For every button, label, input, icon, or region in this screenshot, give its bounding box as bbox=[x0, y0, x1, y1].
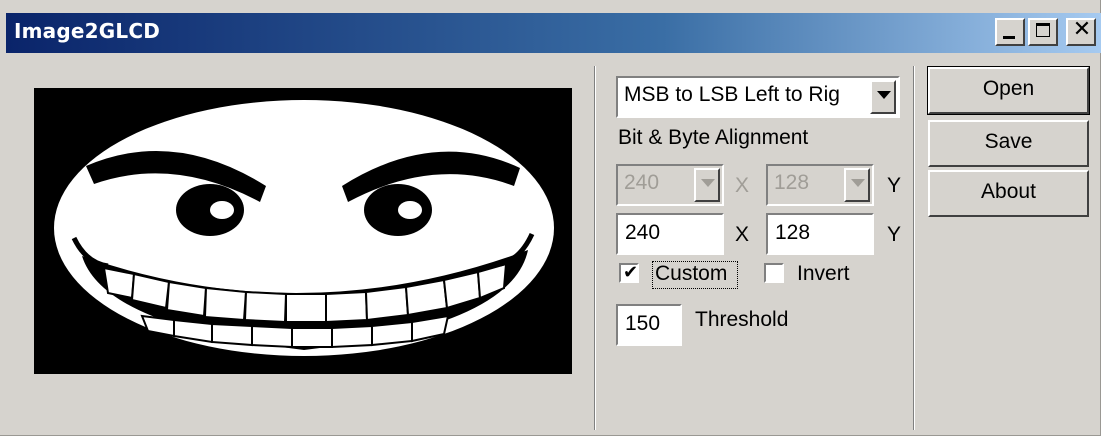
preset-y-label: Y bbox=[887, 174, 902, 197]
invert-checkbox-label[interactable]: Invert bbox=[797, 262, 850, 286]
preset-height-value: 128 bbox=[774, 171, 810, 194]
separator bbox=[594, 66, 596, 430]
preview-image bbox=[34, 88, 572, 374]
close-button[interactable]: ✕ bbox=[1066, 17, 1096, 46]
preset-height-dropdown[interactable]: 128 bbox=[766, 164, 874, 206]
preset-width-dropdown-button[interactable] bbox=[694, 168, 720, 202]
chevron-down-icon bbox=[877, 91, 891, 99]
about-button[interactable]: About bbox=[928, 170, 1089, 217]
scan-mode-value: MSB to LSB Left to Rig bbox=[624, 83, 840, 106]
scan-mode-dropdown[interactable]: MSB to LSB Left to Rig bbox=[616, 76, 900, 118]
preset-width-value: 240 bbox=[624, 171, 660, 194]
scan-mode-dropdown-button[interactable] bbox=[870, 80, 896, 114]
maximize-icon bbox=[1036, 23, 1050, 37]
title-bar[interactable]: Image2GLCD ✕ bbox=[6, 13, 1101, 53]
threshold-field[interactable]: 150 bbox=[616, 304, 682, 346]
custom-checkbox[interactable]: ✔ bbox=[619, 262, 639, 283]
checkmark-icon: ✔ bbox=[623, 262, 639, 283]
custom-x-label: X bbox=[735, 223, 750, 246]
save-button[interactable]: Save bbox=[928, 120, 1089, 167]
preset-width-dropdown[interactable]: 240 bbox=[616, 164, 724, 206]
threshold-label: Threshold bbox=[695, 308, 789, 331]
custom-y-label: Y bbox=[887, 223, 902, 246]
custom-height-field[interactable]: 128 bbox=[766, 213, 874, 255]
chevron-down-icon bbox=[701, 179, 715, 187]
custom-width-field[interactable]: 240 bbox=[616, 213, 724, 255]
preset-x-label: X bbox=[735, 174, 750, 197]
minimize-icon bbox=[1003, 36, 1015, 39]
custom-checkbox-label[interactable]: Custom bbox=[655, 262, 727, 286]
close-icon: ✕ bbox=[1072, 17, 1092, 42]
chevron-down-icon bbox=[851, 179, 865, 187]
open-button[interactable]: Open bbox=[927, 66, 1090, 115]
minimize-button[interactable] bbox=[995, 18, 1025, 46]
app-window: Image2GLCD ✕ MSB to LSB Left to Rig Bit … bbox=[0, 0, 1101, 436]
maximize-button[interactable] bbox=[1028, 18, 1058, 46]
window-title: Image2GLCD bbox=[14, 19, 161, 43]
scan-mode-caption: Bit & Byte Alignment bbox=[618, 126, 809, 149]
preset-height-dropdown-button[interactable] bbox=[844, 168, 870, 202]
image-preview bbox=[34, 88, 572, 374]
separator bbox=[913, 66, 915, 430]
invert-checkbox[interactable] bbox=[764, 263, 784, 283]
